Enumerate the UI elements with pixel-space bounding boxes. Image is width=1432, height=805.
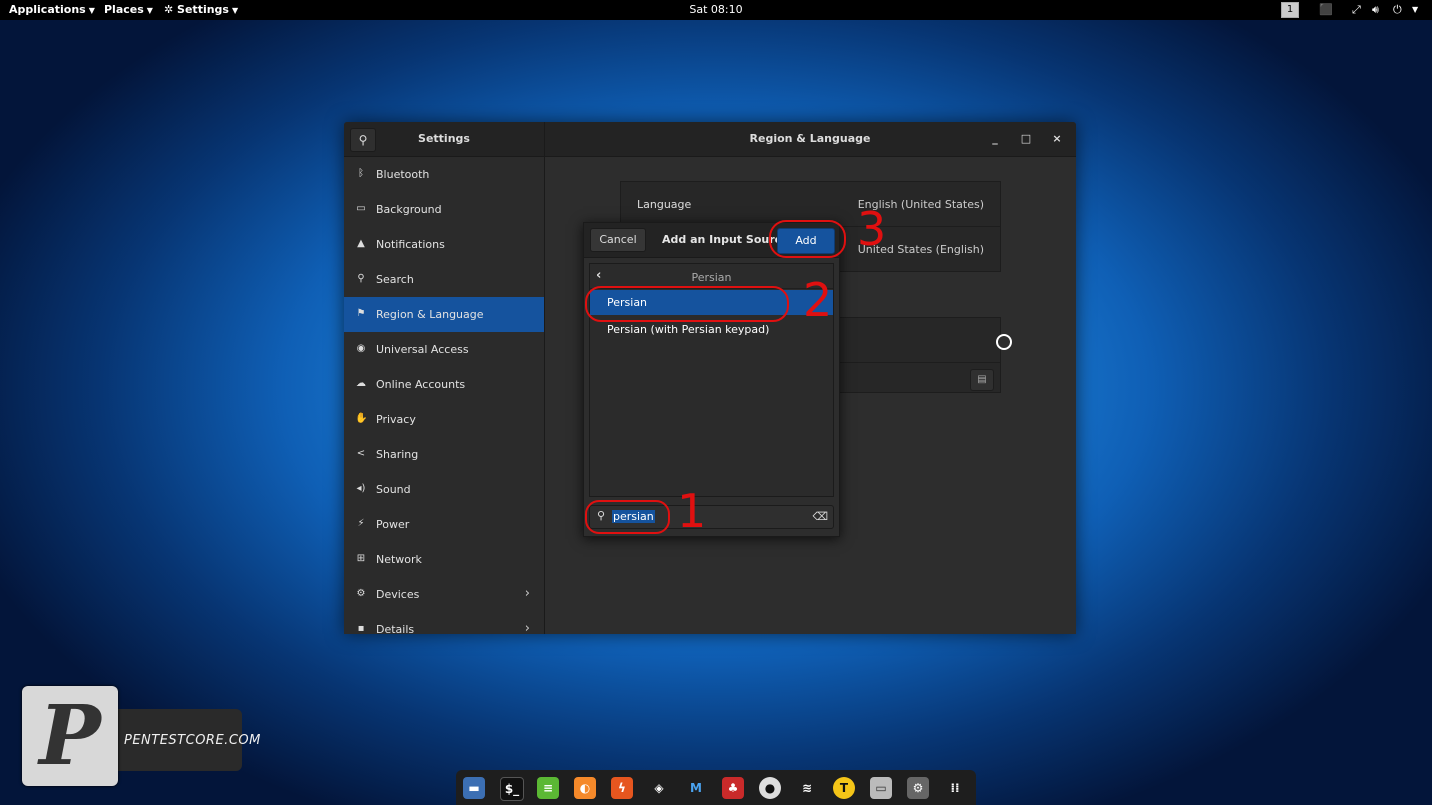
sidebar-item-power[interactable]: ⚡ Power (344, 507, 544, 542)
power-icon: ⚡ (357, 518, 365, 529)
keyboard-layout-button[interactable]: ▤ (970, 369, 994, 391)
sidebar-item-label: Region & Language (376, 308, 484, 321)
clear-icon[interactable]: ⌫ (812, 510, 828, 523)
list-header-label: Persian (691, 271, 732, 284)
annotation-ring-add (769, 220, 846, 258)
network-icon: ⊞ (356, 553, 366, 564)
notes-icon[interactable]: ▭ (870, 777, 892, 799)
bell-icon: ▲ (357, 238, 365, 249)
sidebar-item-bluetooth[interactable]: ᛒ Bluetooth (344, 157, 544, 192)
bluetooth-icon: ᛒ (358, 168, 364, 179)
workspace-indicator[interactable]: 1 (1281, 2, 1299, 18)
sidebar-item-sound[interactable]: ◂) Sound (344, 472, 544, 507)
chevron-right-icon: › (524, 621, 530, 634)
power-icon[interactable]: ⏻ (1393, 3, 1402, 17)
logo: P (22, 686, 118, 786)
sidebar-item-details[interactable]: ▪ Details › (344, 612, 544, 634)
maximize-button[interactable]: □ (1018, 131, 1034, 147)
minimize-button[interactable]: _ (987, 131, 1003, 147)
files-icon[interactable]: ▬ (463, 777, 485, 799)
sidebar-item-network[interactable]: ⊞ Network (344, 542, 544, 577)
annotation-number-3: 3 (857, 202, 887, 256)
sidebar-item-notifications[interactable]: ▲ Notifications (344, 227, 544, 262)
sidebar-title: Settings (418, 132, 470, 145)
chevron-down-icon[interactable]: ▼ (1412, 5, 1418, 14)
sidebar-item-devices[interactable]: ⚙ Devices › (344, 577, 544, 612)
speaker-icon: ◂) (356, 483, 366, 494)
firefox-icon[interactable]: ◐ (574, 777, 596, 799)
cherrytree-icon[interactable]: ♣ (722, 777, 744, 799)
sidebar-item-label: Privacy (376, 413, 416, 426)
keyboard-icon: ▤ (977, 374, 987, 385)
hand-icon: ✋ (355, 413, 368, 424)
close-button[interactable]: × (1049, 131, 1065, 147)
add-input-source-dialog: Cancel Add an Input Source Add ‹ Persian… (583, 222, 840, 537)
search-icon: ⚲ (357, 273, 365, 284)
burp-icon[interactable]: ϟ (611, 777, 633, 799)
volume-icon[interactable]: 🔊︎ (1372, 3, 1379, 17)
sidebar-item-label: Universal Access (376, 343, 469, 356)
sidebar-item-sharing[interactable]: < Sharing (344, 437, 544, 472)
sidebar-item-label: Power (376, 518, 410, 531)
sidebar-item-label: Bluetooth (376, 168, 430, 181)
maltego-icon[interactable]: ● (759, 777, 781, 799)
background-icon: ▭ (356, 203, 366, 214)
terminal-icon[interactable]: $_ (500, 777, 524, 801)
cloud-icon: ☁ (356, 378, 366, 389)
metasploit-icon[interactable]: M (685, 777, 707, 799)
share-icon: < (356, 448, 366, 459)
logo-text: PENTESTCORE.COM (124, 733, 261, 748)
clock[interactable]: Sat 08:10 (0, 3, 1432, 16)
sidebar-item-label: Sound (376, 483, 411, 496)
list-item-label: Persian (with Persian keypad) (607, 323, 770, 336)
sidebar: ᛒ Bluetooth ▭ Background ▲ Notifications ⚲ S… (344, 157, 545, 634)
annotation-number-1: 1 (677, 484, 707, 538)
annotation-ring-search (585, 500, 670, 534)
header-bar: ⚲ Settings Region & Language _ □ × (344, 122, 1076, 157)
top-bar: Applications ▼ Places ▼ ✲ Settings ▼ Sat 08… (0, 0, 1432, 20)
annotation-number-2: 2 (803, 273, 833, 327)
logo-banner: PENTESTCORE.COM (118, 709, 260, 771)
app-grid-icon[interactable]: ⁞⁞ (944, 777, 966, 799)
eye-icon[interactable]: ◈ (648, 777, 670, 799)
logo-letter: P (39, 688, 101, 784)
sidebar-item-label: Search (376, 273, 414, 286)
cancel-button[interactable]: Cancel (590, 228, 646, 252)
sidebar-item-region-language[interactable]: ⚑ Region & Language (344, 297, 544, 332)
flag-icon: ⚑ (356, 308, 366, 319)
sidebar-item-background[interactable]: ▭ Background (344, 192, 544, 227)
mouse-cursor-icon (996, 334, 1012, 350)
dock: ▬ $_ ≡ ◐ ϟ ◈ M ♣ ● ≋ T ▭ ⚙ ⁞⁞ (456, 770, 976, 805)
settings-app-icon[interactable]: ⚙ (907, 777, 929, 799)
sidebar-item-label: Background (376, 203, 442, 216)
details-icon: ▪ (357, 623, 365, 634)
annotation-ring-persian (585, 286, 789, 322)
devices-icon: ⚙ (356, 588, 366, 599)
sidebar-item-universal-access[interactable]: ◉ Universal Access (344, 332, 544, 367)
owasp-icon[interactable]: T (833, 777, 855, 799)
sidebar-item-search[interactable]: ⚲ Search (344, 262, 544, 297)
sidebar-item-privacy[interactable]: ✋ Privacy (344, 402, 544, 437)
sidebar-item-label: Notifications (376, 238, 445, 251)
sidebar-item-label: Sharing (376, 448, 419, 461)
camera-icon[interactable]: ⬛ (1319, 3, 1333, 16)
text-editor-icon[interactable]: ≡ (537, 777, 559, 799)
wifi-icon[interactable]: ≋ (796, 777, 818, 799)
chevron-right-icon: › (524, 586, 530, 601)
accessibility-icon: ◉ (356, 343, 366, 354)
sidebar-item-label: Details (376, 623, 415, 634)
sidebar-item-label: Devices (376, 588, 420, 601)
sidebar-header: ⚲ Settings (344, 122, 545, 156)
sidebar-item-label: Online Accounts (376, 378, 466, 391)
sidebar-item-label: Network (376, 553, 422, 566)
language-label: Language (637, 198, 692, 211)
sidebar-item-online-accounts[interactable]: ☁ Online Accounts (344, 367, 544, 402)
network-icon[interactable]: ⤢ (1352, 3, 1361, 17)
